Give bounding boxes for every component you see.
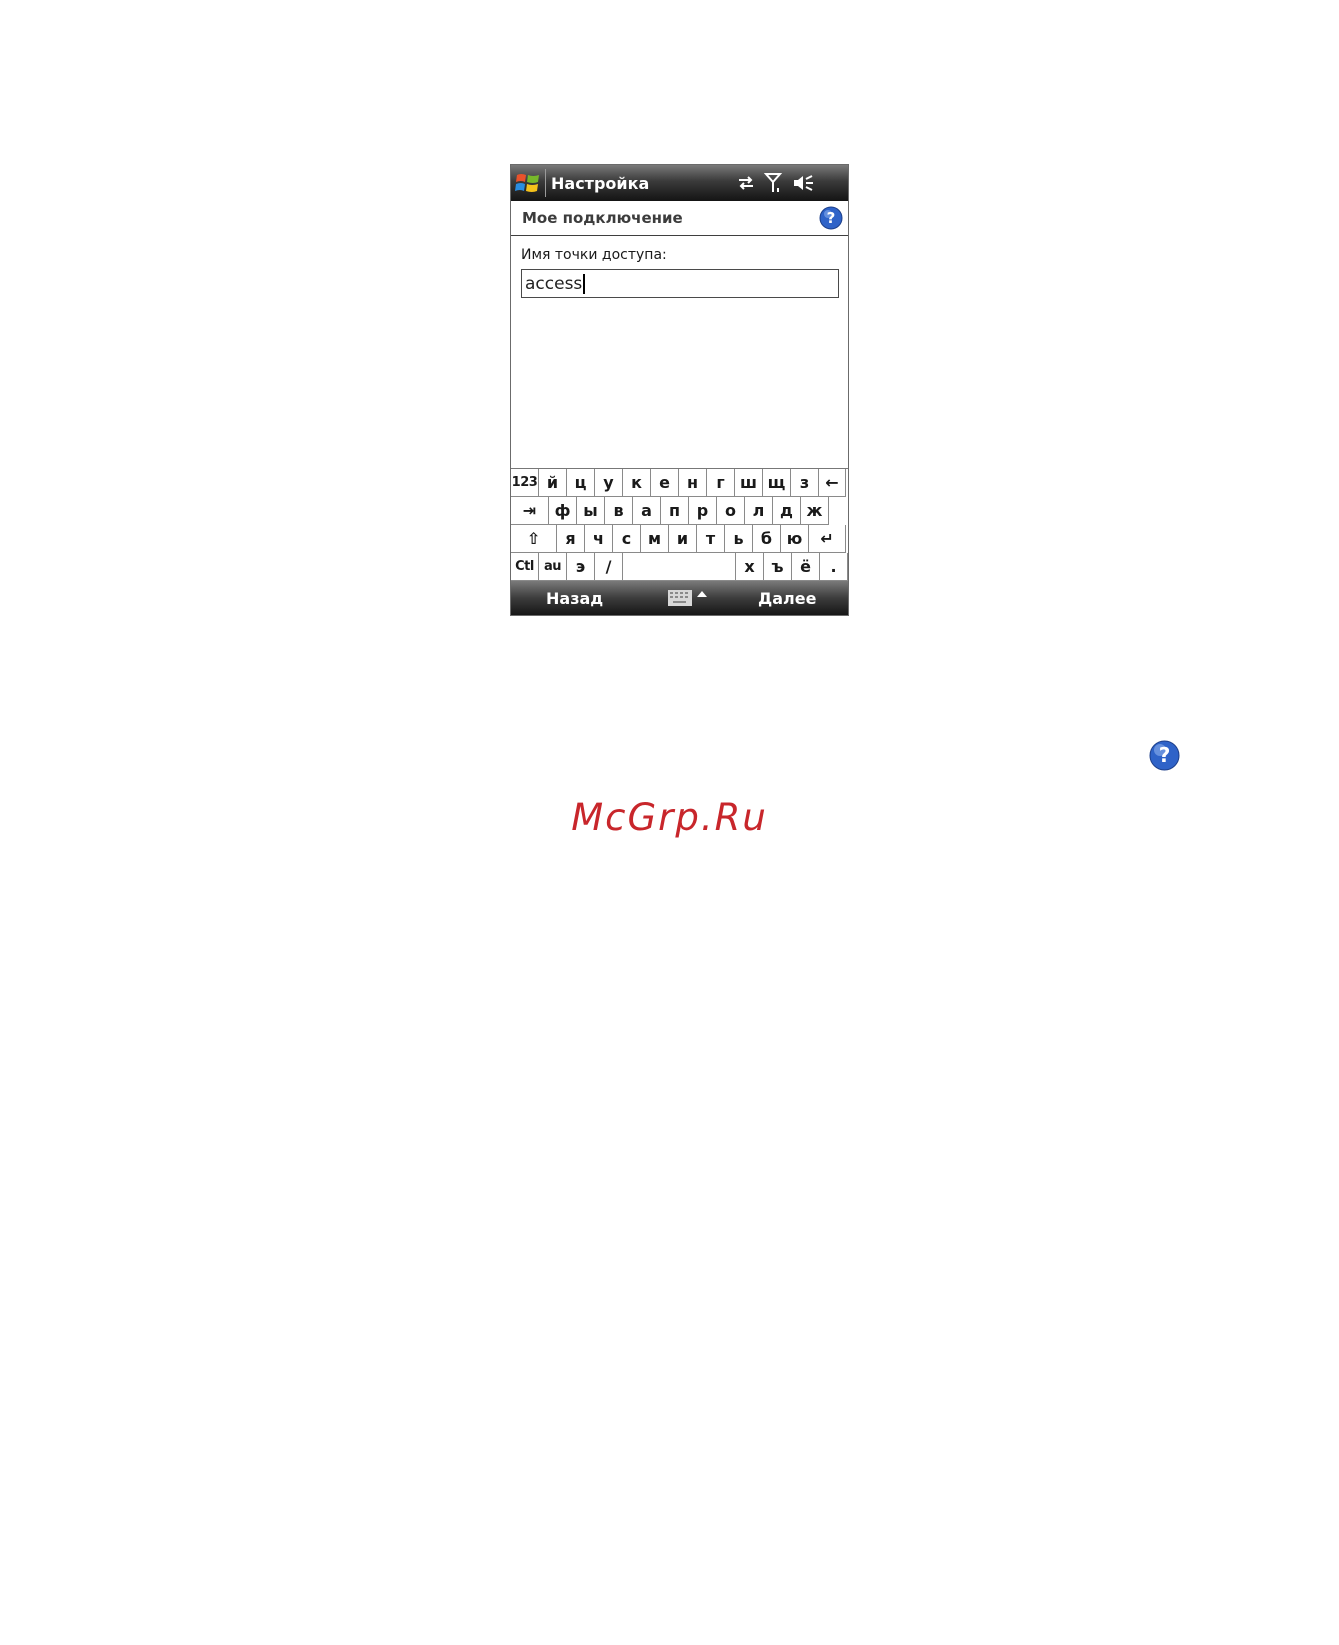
key[interactable]: д [773, 497, 801, 525]
key[interactable]: т [697, 525, 725, 553]
key[interactable]: в [605, 497, 633, 525]
title-separator [545, 169, 546, 197]
language-key[interactable]: au [539, 553, 567, 581]
input-value: access [525, 273, 583, 294]
back-softkey[interactable]: Назад [546, 589, 603, 608]
key[interactable]: г [707, 469, 735, 497]
key[interactable]: у [595, 469, 623, 497]
backspace-key[interactable]: ← [819, 469, 846, 497]
keyboard-icon [668, 590, 692, 606]
key[interactable]: х [736, 553, 764, 581]
key[interactable]: и [669, 525, 697, 553]
key[interactable]: ц [567, 469, 595, 497]
softkey-bar: Назад Далее [511, 581, 848, 615]
page-header: Мое подключение ? [511, 201, 848, 236]
enter-key[interactable]: ↵ [809, 525, 846, 553]
key[interactable]: ч [585, 525, 613, 553]
text-caret [583, 273, 586, 294]
key[interactable]: з [791, 469, 819, 497]
key[interactable]: п [661, 497, 689, 525]
key[interactable]: / [595, 553, 623, 581]
key[interactable]: с [613, 525, 641, 553]
app-title: Настройка [551, 173, 650, 193]
key[interactable]: й [539, 469, 567, 497]
key[interactable]: ж [801, 497, 829, 525]
input-panel-toggle[interactable] [668, 590, 707, 606]
key[interactable]: я [557, 525, 585, 553]
signal-icon[interactable] [764, 172, 784, 194]
key[interactable]: б [753, 525, 781, 553]
key[interactable]: ш [735, 469, 763, 497]
key[interactable]: ю [781, 525, 809, 553]
key[interactable]: о [717, 497, 745, 525]
ctrl-key[interactable]: Ctl [511, 553, 539, 581]
speaker-muted-icon[interactable] [792, 173, 814, 193]
key[interactable]: э [567, 553, 595, 581]
on-screen-keyboard: 123 й ц у к е н г ш щ з ← ⇥ ф ы в а п р о л д ж ⇧ я ч с м и т ь б ю ↵ Ctl a… [511, 468, 848, 581]
title-bar: Настройка [511, 165, 848, 201]
status-icons [736, 172, 814, 194]
key[interactable]: ы [577, 497, 605, 525]
key[interactable]: . [820, 553, 848, 581]
connectivity-icon[interactable] [736, 173, 756, 193]
svg-text:?: ? [1159, 743, 1171, 767]
next-softkey[interactable]: Далее [758, 589, 816, 608]
key[interactable]: е [651, 469, 679, 497]
key[interactable]: м [641, 525, 669, 553]
key[interactable]: л [745, 497, 773, 525]
help-icon[interactable]: ? [819, 206, 843, 230]
key[interactable]: а [633, 497, 661, 525]
key[interactable]: р [689, 497, 717, 525]
shift-key[interactable]: ⇧ [511, 525, 557, 553]
key[interactable]: н [679, 469, 707, 497]
watermark-text: McGrp.Ru [571, 796, 768, 839]
key[interactable]: ё [792, 553, 820, 581]
page-title: Мое подключение [522, 209, 683, 227]
windows-start-icon[interactable] [511, 165, 545, 201]
content-area: Имя точки доступа: access [511, 237, 848, 468]
tab-key[interactable]: ⇥ [511, 497, 549, 525]
space-key[interactable] [623, 553, 736, 581]
key[interactable]: ф [549, 497, 577, 525]
key[interactable]: к [623, 469, 651, 497]
chevron-up-icon [697, 591, 707, 597]
key[interactable]: ъ [764, 553, 792, 581]
help-icon-large: ? [1149, 740, 1180, 771]
key[interactable]: щ [763, 469, 791, 497]
numbers-key[interactable]: 123 [511, 469, 539, 497]
svg-text:?: ? [827, 209, 836, 227]
access-point-label: Имя точки доступа: [521, 247, 667, 263]
key[interactable]: ь [725, 525, 753, 553]
access-point-input[interactable]: access [521, 269, 839, 298]
device-screen: Настройка Мое подключение ? Имя точки до… [510, 164, 849, 616]
